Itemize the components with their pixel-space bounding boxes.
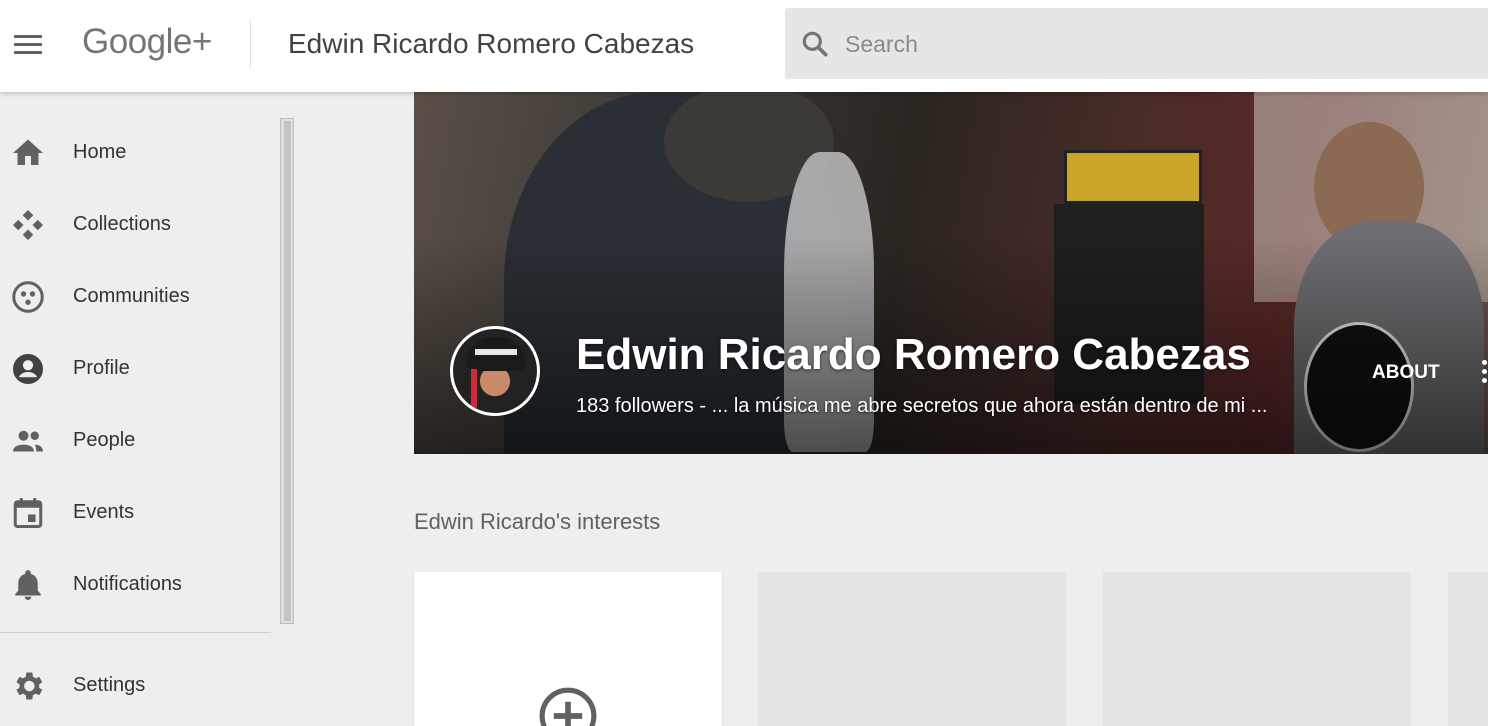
add-circle-icon[interactable] bbox=[537, 685, 599, 726]
sidebar-item-label: Profile bbox=[73, 357, 130, 379]
sidebar-divider bbox=[0, 632, 271, 633]
add-interest-card[interactable] bbox=[414, 572, 722, 726]
events-icon bbox=[13, 498, 43, 528]
notifications-icon bbox=[15, 570, 41, 600]
profile-name: Edwin Ricardo Romero Cabezas bbox=[576, 330, 1251, 379]
sidebar-item-label: Collections bbox=[73, 213, 171, 235]
sidebar-item-label: Home bbox=[73, 141, 127, 163]
sidebar-item-label: Communities bbox=[73, 285, 190, 307]
sidebar-item-label: Notifications bbox=[73, 573, 182, 595]
sidebar-item-notifications[interactable]: Notifications bbox=[0, 555, 270, 615]
sidebar-item-events[interactable]: Events bbox=[0, 483, 270, 543]
profile-avatar[interactable] bbox=[450, 326, 540, 416]
settings-icon bbox=[16, 672, 43, 700]
sidebar-nav: Home Collections Communities Profile Peo… bbox=[0, 92, 296, 726]
sidebar-item-communities[interactable]: Communities bbox=[0, 267, 270, 327]
scrollbar-thumb[interactable] bbox=[284, 121, 291, 621]
interests-heading: Edwin Ricardo's interests bbox=[414, 509, 661, 534]
sidebar-item-label: Events bbox=[73, 501, 135, 523]
interest-card-placeholder bbox=[758, 572, 1066, 726]
page-title: Edwin Ricardo Romero Cabezas bbox=[288, 28, 695, 59]
search-input[interactable] bbox=[845, 26, 1445, 62]
about-button[interactable]: ABOUT bbox=[1372, 362, 1440, 384]
people-icon bbox=[13, 430, 43, 452]
sidebar-item-home[interactable]: Home bbox=[0, 123, 270, 183]
google-plus-logo[interactable]: Google+ bbox=[82, 22, 212, 62]
sidebar-item-collections[interactable]: Collections bbox=[0, 195, 270, 255]
sidebar-item-label: People bbox=[73, 429, 136, 451]
sidebar-item-people[interactable]: People bbox=[0, 411, 270, 471]
sidebar-item-settings[interactable]: Settings bbox=[0, 656, 270, 716]
avatar-hair bbox=[471, 369, 477, 409]
search-bar[interactable] bbox=[785, 8, 1488, 79]
sidebar-scrollbar[interactable] bbox=[280, 118, 294, 624]
profile-icon bbox=[13, 354, 43, 384]
sidebar-item-profile[interactable]: Profile bbox=[0, 339, 270, 399]
collections-icon bbox=[13, 210, 43, 240]
header-divider bbox=[250, 20, 251, 68]
top-app-bar: Google+ Edwin Ricardo Romero Cabezas bbox=[0, 0, 1488, 92]
communities-icon bbox=[12, 281, 44, 313]
sidebar-item-label: Settings bbox=[73, 674, 146, 696]
interest-card-placeholder bbox=[1103, 572, 1411, 726]
profile-tagline: 183 followers - ... la música me abre se… bbox=[576, 395, 1268, 417]
cover-photo: Edwin Ricardo Romero Cabezas 183 followe… bbox=[414, 92, 1488, 454]
home-icon bbox=[13, 139, 43, 165]
more-options-icon[interactable] bbox=[1482, 360, 1488, 388]
avatar-hat-stripe bbox=[475, 349, 517, 355]
interest-card-placeholder bbox=[1448, 572, 1488, 726]
search-icon[interactable] bbox=[799, 28, 831, 60]
menu-icon[interactable] bbox=[14, 35, 42, 57]
